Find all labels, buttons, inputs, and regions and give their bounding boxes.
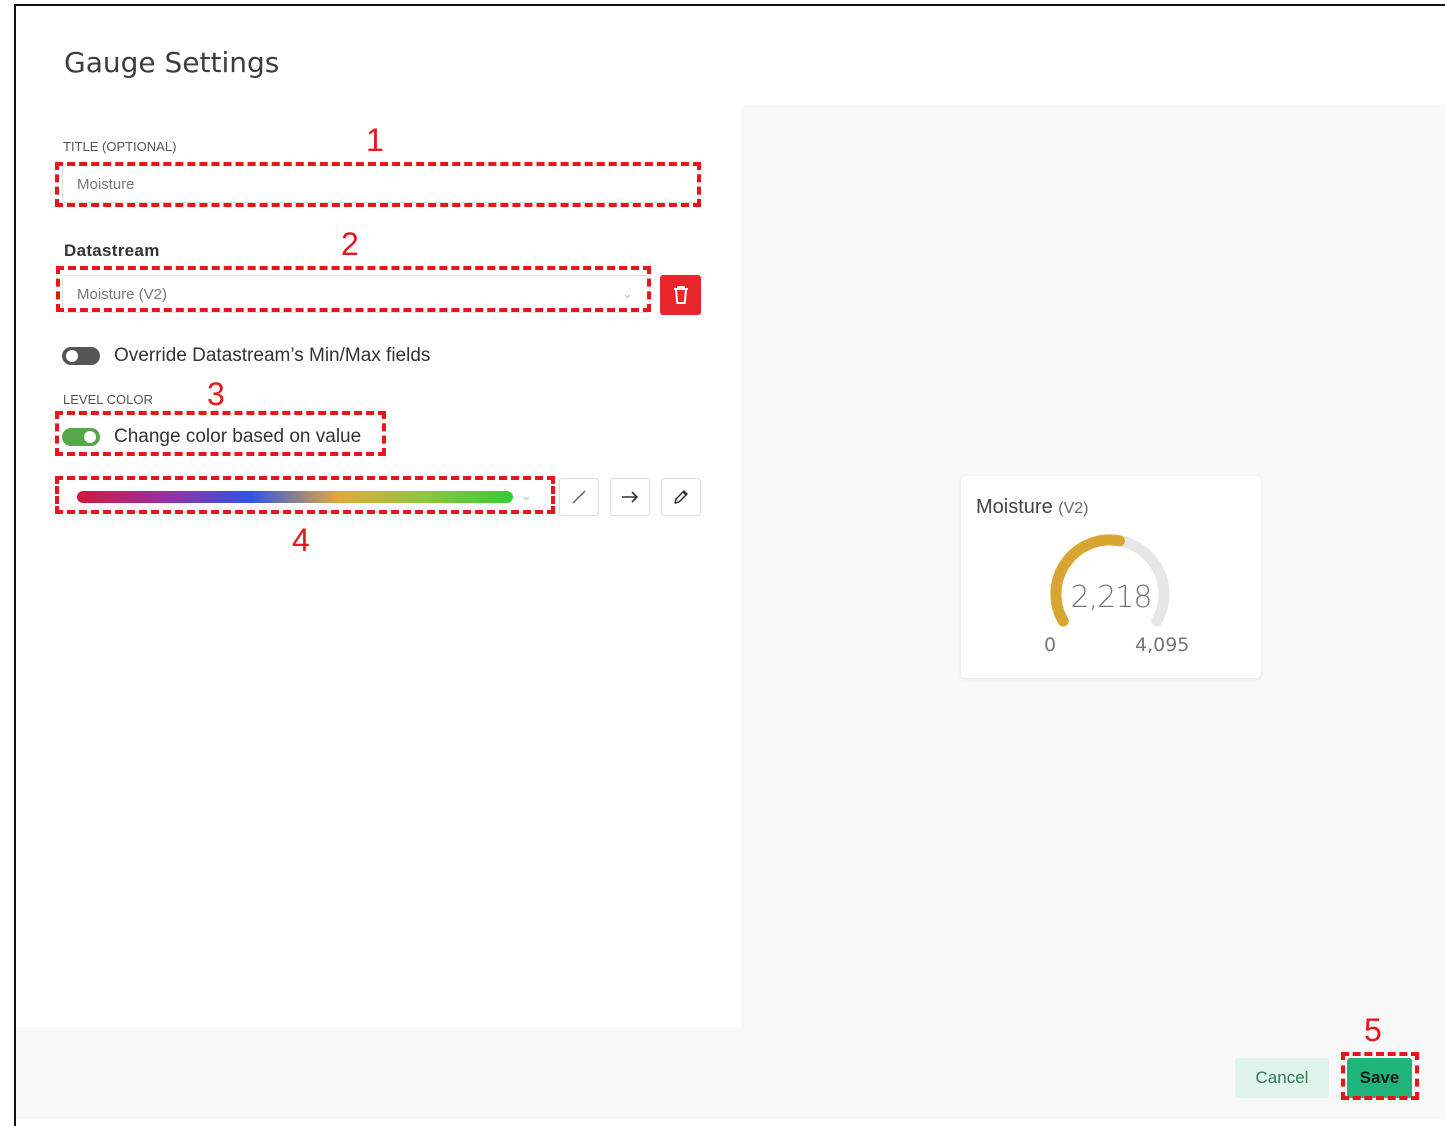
gauge-widget-preview: Moisture (V2) 2,218 0 4,095 <box>961 476 1261 678</box>
annotation-number-1: 1 <box>366 122 384 158</box>
gauge-value: 2,218 <box>1070 580 1153 615</box>
cancel-button[interactable]: Cancel <box>1235 1058 1329 1098</box>
toggle-knob <box>66 350 78 362</box>
linear-gradient-button[interactable] <box>559 478 599 516</box>
change-color-label: Change color based on value <box>114 426 362 447</box>
toggle-knob <box>84 431 96 443</box>
change-color-toggle[interactable] <box>62 428 100 446</box>
annotation-number-2: 2 <box>341 226 359 262</box>
title-field-label: TITLE (OPTIONAL) <box>63 139 177 154</box>
annotation-number-4: 4 <box>292 522 310 558</box>
gauge-svg <box>1050 534 1170 627</box>
step-gradient-button[interactable] <box>610 478 650 516</box>
trash-icon <box>673 286 688 304</box>
arrow-right-icon <box>622 491 639 503</box>
level-color-label: LEVEL COLOR <box>63 392 153 407</box>
pencil-icon <box>674 490 688 504</box>
override-minmax-toggle[interactable] <box>62 347 100 365</box>
gauge-max: 4,095 <box>1135 634 1190 656</box>
title-input-value: Moisture <box>77 175 135 193</box>
dialog-footer <box>16 1027 1445 1119</box>
chevron-down-icon: ⌄ <box>521 488 532 503</box>
annotation-number-3: 3 <box>207 376 225 412</box>
chevron-down-icon: ⌄ <box>622 286 633 301</box>
edit-gradient-button[interactable] <box>661 478 701 516</box>
delete-datastream-button[interactable] <box>660 275 701 315</box>
datastream-label: Datastream <box>64 241 160 260</box>
annotation-number-5: 5 <box>1364 1012 1382 1048</box>
save-button[interactable]: Save <box>1347 1058 1412 1098</box>
datastream-select-value: Moisture (V2) <box>77 285 168 303</box>
diagonal-line-icon <box>572 490 586 504</box>
title-input[interactable]: Moisture <box>62 165 699 203</box>
dialog-title: Gauge Settings <box>64 46 280 79</box>
color-gradient-bar <box>77 491 513 503</box>
override-minmax-label: Override Datastream’s Min/Max fields <box>114 345 431 366</box>
datastream-select[interactable]: Moisture (V2) <box>62 275 650 313</box>
gauge-min: 0 <box>1044 634 1057 656</box>
